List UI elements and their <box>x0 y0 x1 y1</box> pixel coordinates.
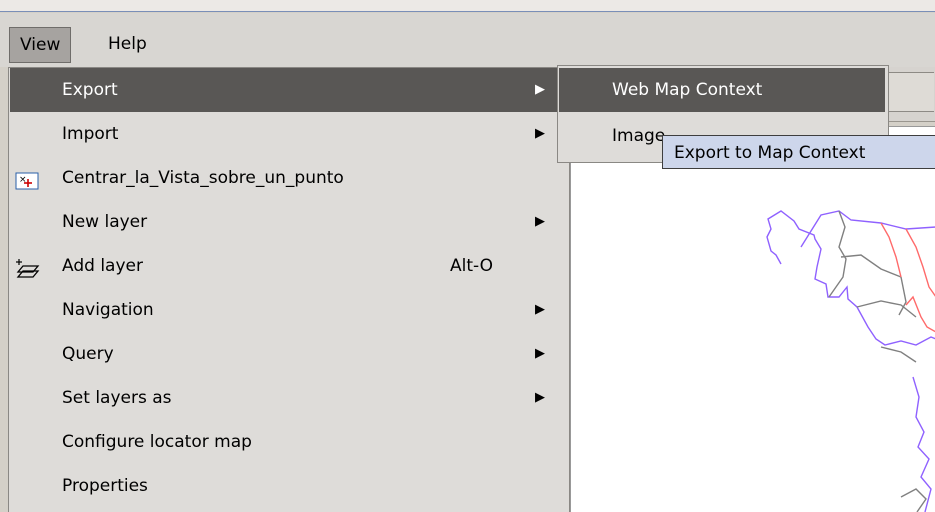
submenu-item-web-map-context[interactable]: Web Map Context <box>559 68 885 112</box>
menu-item-center-view[interactable]: × Centrar_la_Vista_sobre_un_punto <box>10 156 562 200</box>
menu-item-query[interactable]: Query ▶ <box>10 332 562 376</box>
menu-item-export[interactable]: Export ▶ <box>10 68 562 112</box>
menu-item-label: Navigation <box>62 300 154 320</box>
menu-item-label: Properties <box>62 476 148 496</box>
map-region-red <box>880 222 935 333</box>
submenu-arrow-icon: ▶ <box>535 214 545 229</box>
map-drawing <box>766 210 935 512</box>
menu-item-import[interactable]: Import ▶ <box>10 112 562 156</box>
submenu-arrow-icon: ▶ <box>535 390 545 405</box>
menu-item-new-layer[interactable]: New layer ▶ <box>10 200 562 244</box>
center-view-icon: × <box>14 166 42 190</box>
menu-item-label: Configure locator map <box>62 432 252 452</box>
submenu-arrow-icon: ▶ <box>535 346 545 361</box>
menu-item-label: New layer <box>62 212 148 232</box>
add-layer-icon <box>14 254 42 278</box>
submenu-item-label: Web Map Context <box>612 80 763 100</box>
menu-item-navigation[interactable]: Navigation ▶ <box>10 288 562 332</box>
menu-item-label: Import <box>62 124 119 144</box>
map-region-purple-west <box>766 210 935 346</box>
map-region-gray <box>828 210 917 363</box>
menu-item-label: Set layers as <box>62 388 172 408</box>
menu-item-label: Export <box>62 80 118 100</box>
menu-item-add-layer[interactable]: Add layer Alt-O <box>10 244 562 288</box>
menu-item-configure-locator-map[interactable]: Configure locator map <box>10 420 562 464</box>
map-region-purple-north <box>800 210 935 248</box>
menu-item-set-layers-as[interactable]: Set layers as ▶ <box>10 376 562 420</box>
menu-item-label: Query <box>62 344 114 364</box>
map-view[interactable] <box>570 126 935 512</box>
view-menu-dropdown: Export ▶ Import ▶ × Centrar_la_Vista_sob… <box>8 67 570 512</box>
map-region-gray-south <box>900 488 927 512</box>
menu-bar: View Help <box>0 13 935 67</box>
tooltip: Export to Map Context <box>662 135 935 169</box>
menu-help[interactable]: Help <box>98 27 157 61</box>
menu-item-label: Add layer <box>62 256 143 276</box>
submenu-arrow-icon: ▶ <box>535 126 545 141</box>
submenu-item-label: Image <box>612 126 666 146</box>
menu-view[interactable]: View <box>9 27 72 63</box>
menu-item-label: Centrar_la_Vista_sobre_un_punto <box>62 168 344 188</box>
shortcut-label: Alt-O <box>450 256 494 276</box>
map-region-purple-south <box>912 376 932 512</box>
toolbar-button[interactable] <box>888 72 934 112</box>
window-top-edge <box>0 0 935 12</box>
menu-item-properties[interactable]: Properties <box>10 464 562 508</box>
submenu-arrow-icon: ▶ <box>535 82 545 97</box>
submenu-arrow-icon: ▶ <box>535 302 545 317</box>
